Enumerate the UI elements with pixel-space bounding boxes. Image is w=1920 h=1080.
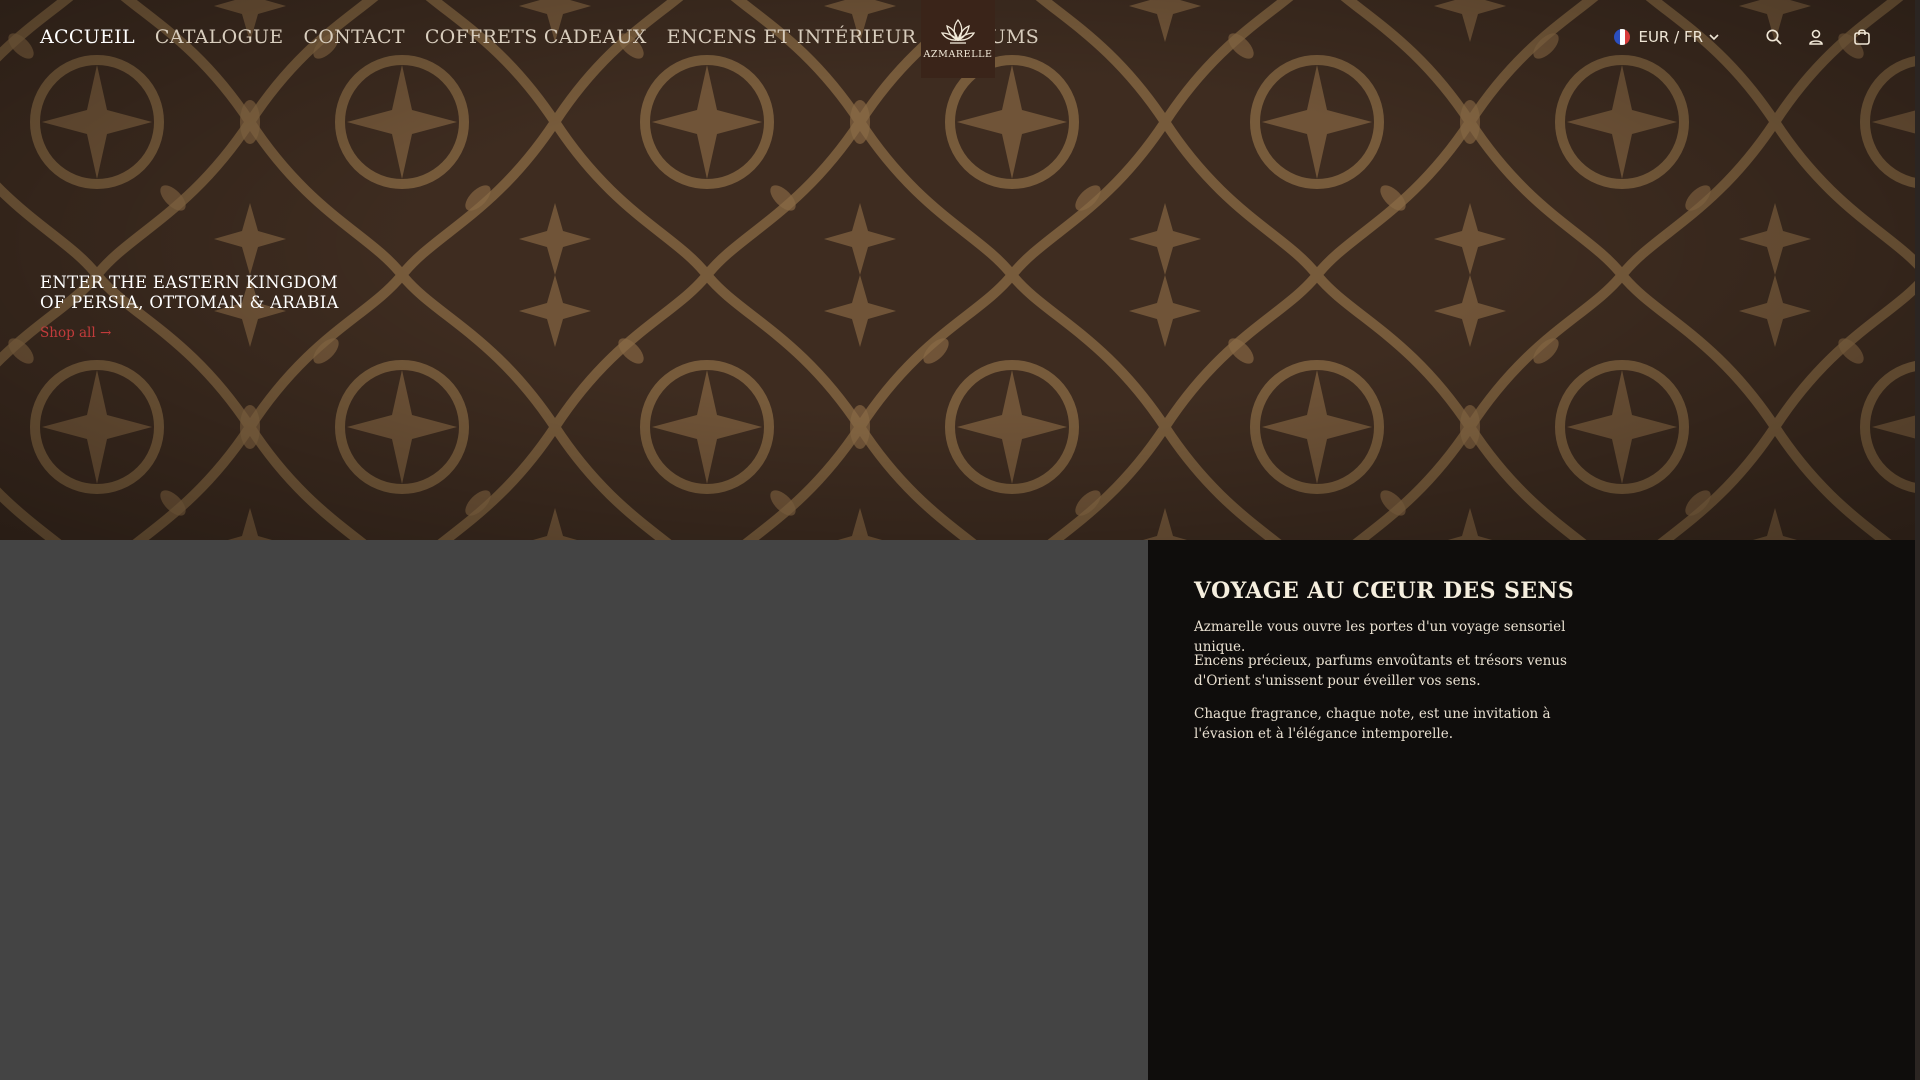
france-flag-icon [1614, 29, 1631, 45]
account-button[interactable] [1805, 26, 1827, 48]
search-icon [1766, 29, 1782, 45]
locale-label: EUR / FR [1638, 28, 1703, 46]
about-paragraph-3: Chaque fragrance, chaque note, est une i… [1194, 706, 1551, 742]
about-paragraph-2: Encens précieux, parfums envoûtants et t… [1194, 653, 1567, 689]
about-section: VOYAGE AU CŒUR DES SENS Azmarelle vous o… [1148, 540, 1915, 1080]
hero-vignette [0, 0, 1915, 540]
media-placeholder [0, 540, 1148, 1080]
main-menu: ACCUEIL CATALOGUE CONTACT COFFRETS CADEA… [40, 26, 1059, 48]
shop-all-link[interactable]: Shop all → [40, 325, 111, 341]
header-nav: ACCUEIL CATALOGUE CONTACT COFFRETS CADEA… [0, 0, 1915, 78]
hero-heading-line1: ENTER THE EASTERN KINGDOM [40, 273, 338, 292]
search-button[interactable] [1763, 26, 1785, 48]
cart-icon [1854, 29, 1870, 45]
lotus-icon [941, 18, 975, 44]
logo-wordmark: AZMARELLE [923, 49, 993, 60]
nav-link-encens-interieur[interactable]: ENCENS ET INTÉRIEUR [667, 26, 917, 48]
hero-text: ENTER THE EASTERN KINGDOM OF PERSIA, OTT… [40, 273, 339, 341]
hero-heading: ENTER THE EASTERN KINGDOM OF PERSIA, OTT… [40, 273, 339, 313]
nav-link-contact[interactable]: CONTACT [303, 26, 404, 48]
hero-banner: ENTER THE EASTERN KINGDOM OF PERSIA, OTT… [0, 0, 1915, 540]
nav-link-accueil[interactable]: ACCUEIL [40, 26, 135, 48]
page-scrollbar[interactable] [1915, 0, 1920, 1080]
about-title: VOYAGE AU CŒUR DES SENS [1194, 578, 1575, 604]
currency-language-selector[interactable]: EUR / FR [1614, 28, 1721, 46]
hero-heading-line2: OF PERSIA, OTTOMAN & ARABIA [40, 293, 339, 312]
cart-button[interactable] [1851, 26, 1873, 48]
nav-link-coffrets-cadeaux[interactable]: COFFRETS CADEAUX [425, 26, 647, 48]
header-actions: EUR / FR [1614, 26, 1873, 48]
nav-link-catalogue[interactable]: CATALOGUE [155, 26, 284, 48]
account-icon [1809, 29, 1823, 45]
chevron-down-icon [1709, 34, 1719, 41]
brand-logo[interactable]: AZMARELLE [921, 0, 995, 78]
